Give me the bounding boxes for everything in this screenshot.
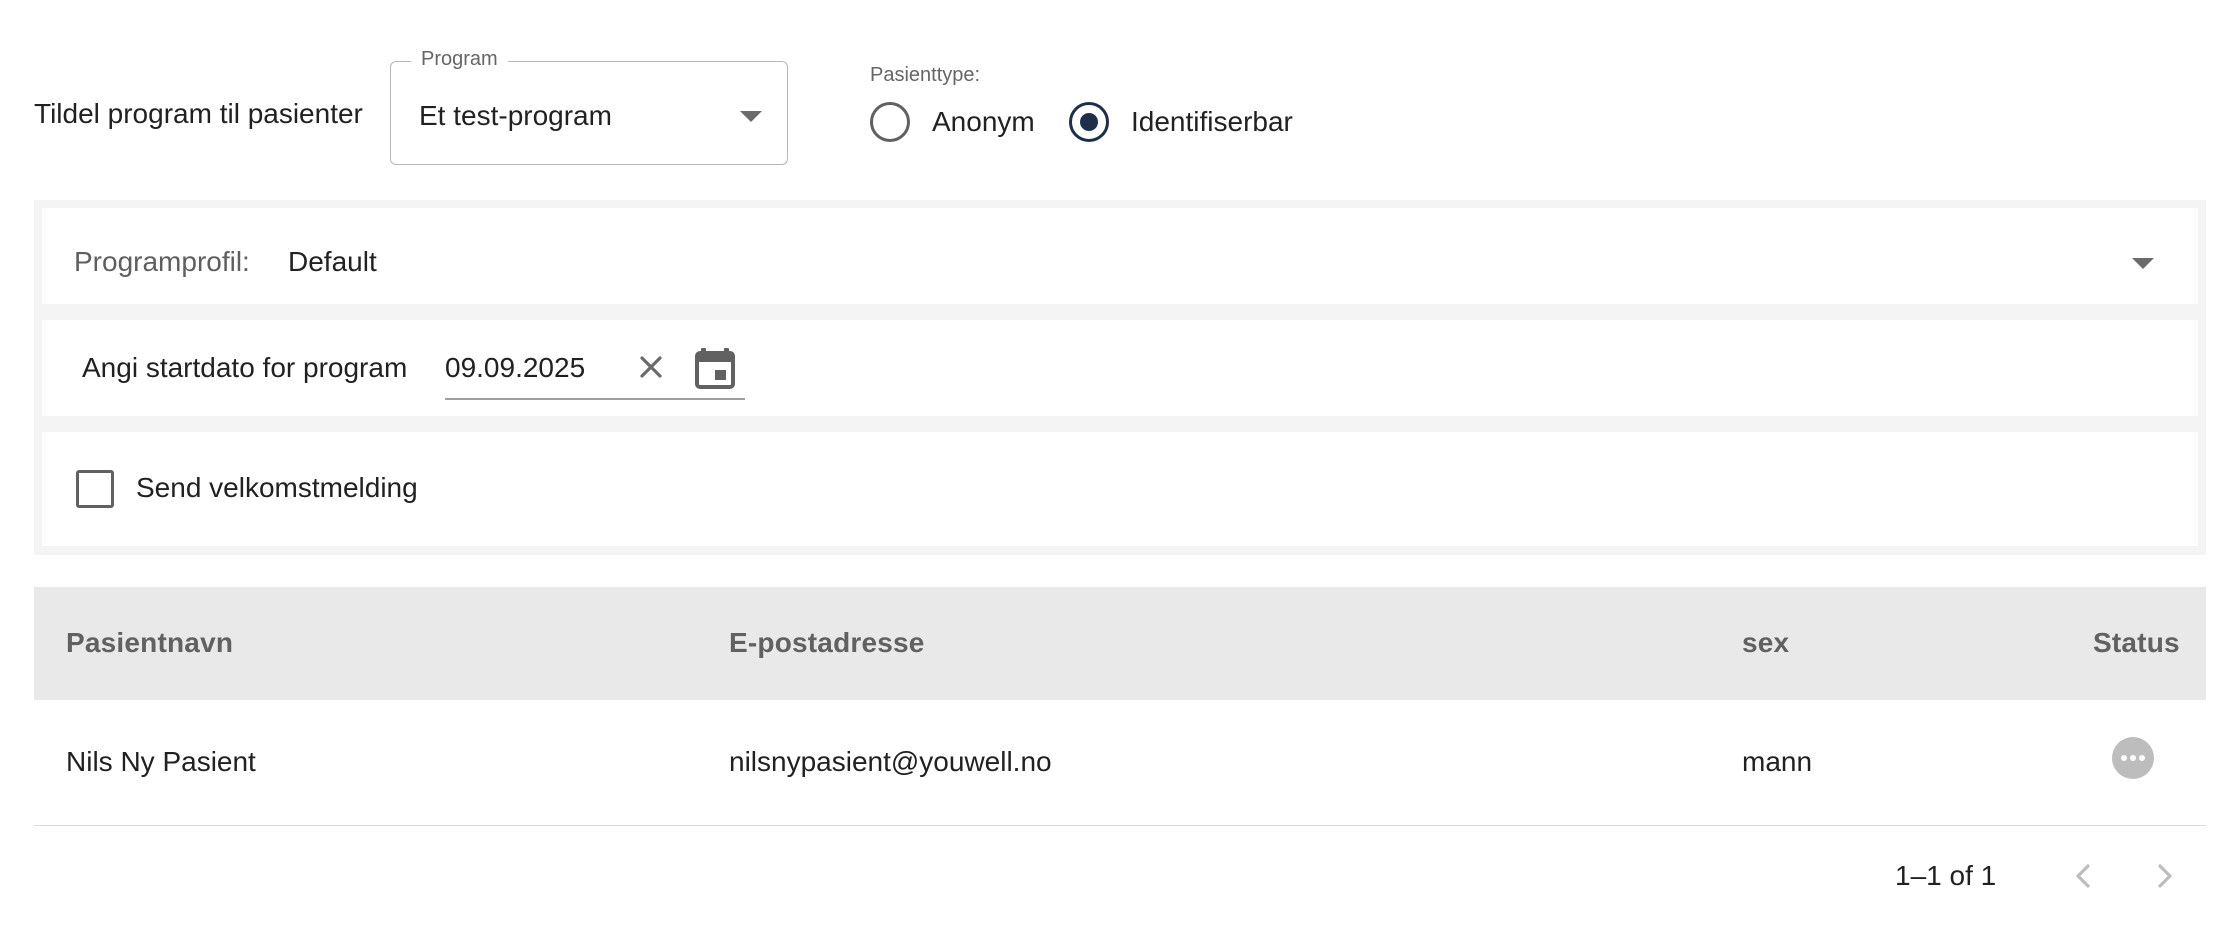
program-select-legend: Program	[411, 46, 508, 72]
caret-down-icon	[740, 111, 762, 122]
program-profile-select[interactable]: Programprofil: Default	[42, 208, 2198, 304]
calendar-icon[interactable]	[693, 344, 737, 395]
radio-anonym-label[interactable]: Anonym	[932, 104, 1035, 140]
welcome-message-checkbox[interactable]	[76, 470, 114, 508]
radio-identifiserbar[interactable]	[1069, 102, 1109, 142]
start-date-row: Angi startdato for program 09.09.2025	[42, 320, 2198, 416]
chevron-right-icon[interactable]	[2144, 856, 2184, 901]
column-header-email[interactable]: E-postadresse	[729, 625, 925, 661]
radio-selected-dot	[1080, 113, 1098, 131]
program-settings-panel: Programprofil: Default Angi startdato fo…	[34, 200, 2206, 555]
caret-down-icon[interactable]	[2132, 258, 2154, 269]
table-header: Pasientnavn E-postadresse sex Status	[34, 587, 2206, 700]
welcome-message-label[interactable]: Send velkomstmelding	[136, 470, 418, 506]
radio-identifiserbar-label[interactable]: Identifiserbar	[1131, 104, 1293, 140]
table-row[interactable]: Nils Ny Pasient nilsnypasient@youwell.no…	[34, 700, 2206, 826]
welcome-message-row: Send velkomstmelding	[42, 432, 2198, 546]
more-horizontal-icon[interactable]	[2112, 737, 2154, 779]
program-profile-value: Default	[288, 246, 377, 277]
patient-type-label: Pasienttype:	[870, 64, 981, 86]
start-date-value[interactable]: 09.09.2025	[445, 350, 585, 386]
cell-patient-name: Nils Ny Pasient	[66, 746, 256, 777]
close-icon[interactable]	[633, 349, 669, 390]
program-select[interactable]: Program Et test-program	[390, 46, 788, 165]
cell-sex: mann	[1742, 746, 1813, 777]
assign-program-label: Tildel program til pasienter	[34, 98, 363, 129]
program-select-value: Et test-program	[419, 100, 612, 131]
program-profile-label: Programprofil:	[74, 246, 250, 277]
cell-email: nilsnypasient@youwell.no	[729, 746, 1052, 777]
chevron-left-icon[interactable]	[2064, 856, 2104, 901]
radio-anonym[interactable]	[870, 102, 910, 142]
pagination-range: 1–1 of 1	[1895, 860, 1997, 891]
column-header-status[interactable]: Status	[2093, 625, 2180, 661]
column-header-sex[interactable]: sex	[1742, 625, 1789, 661]
start-date-label: Angi startdato for program	[82, 352, 408, 383]
start-date-input[interactable]: 09.09.2025	[445, 336, 745, 400]
column-header-patient-name[interactable]: Pasientnavn	[66, 625, 233, 661]
